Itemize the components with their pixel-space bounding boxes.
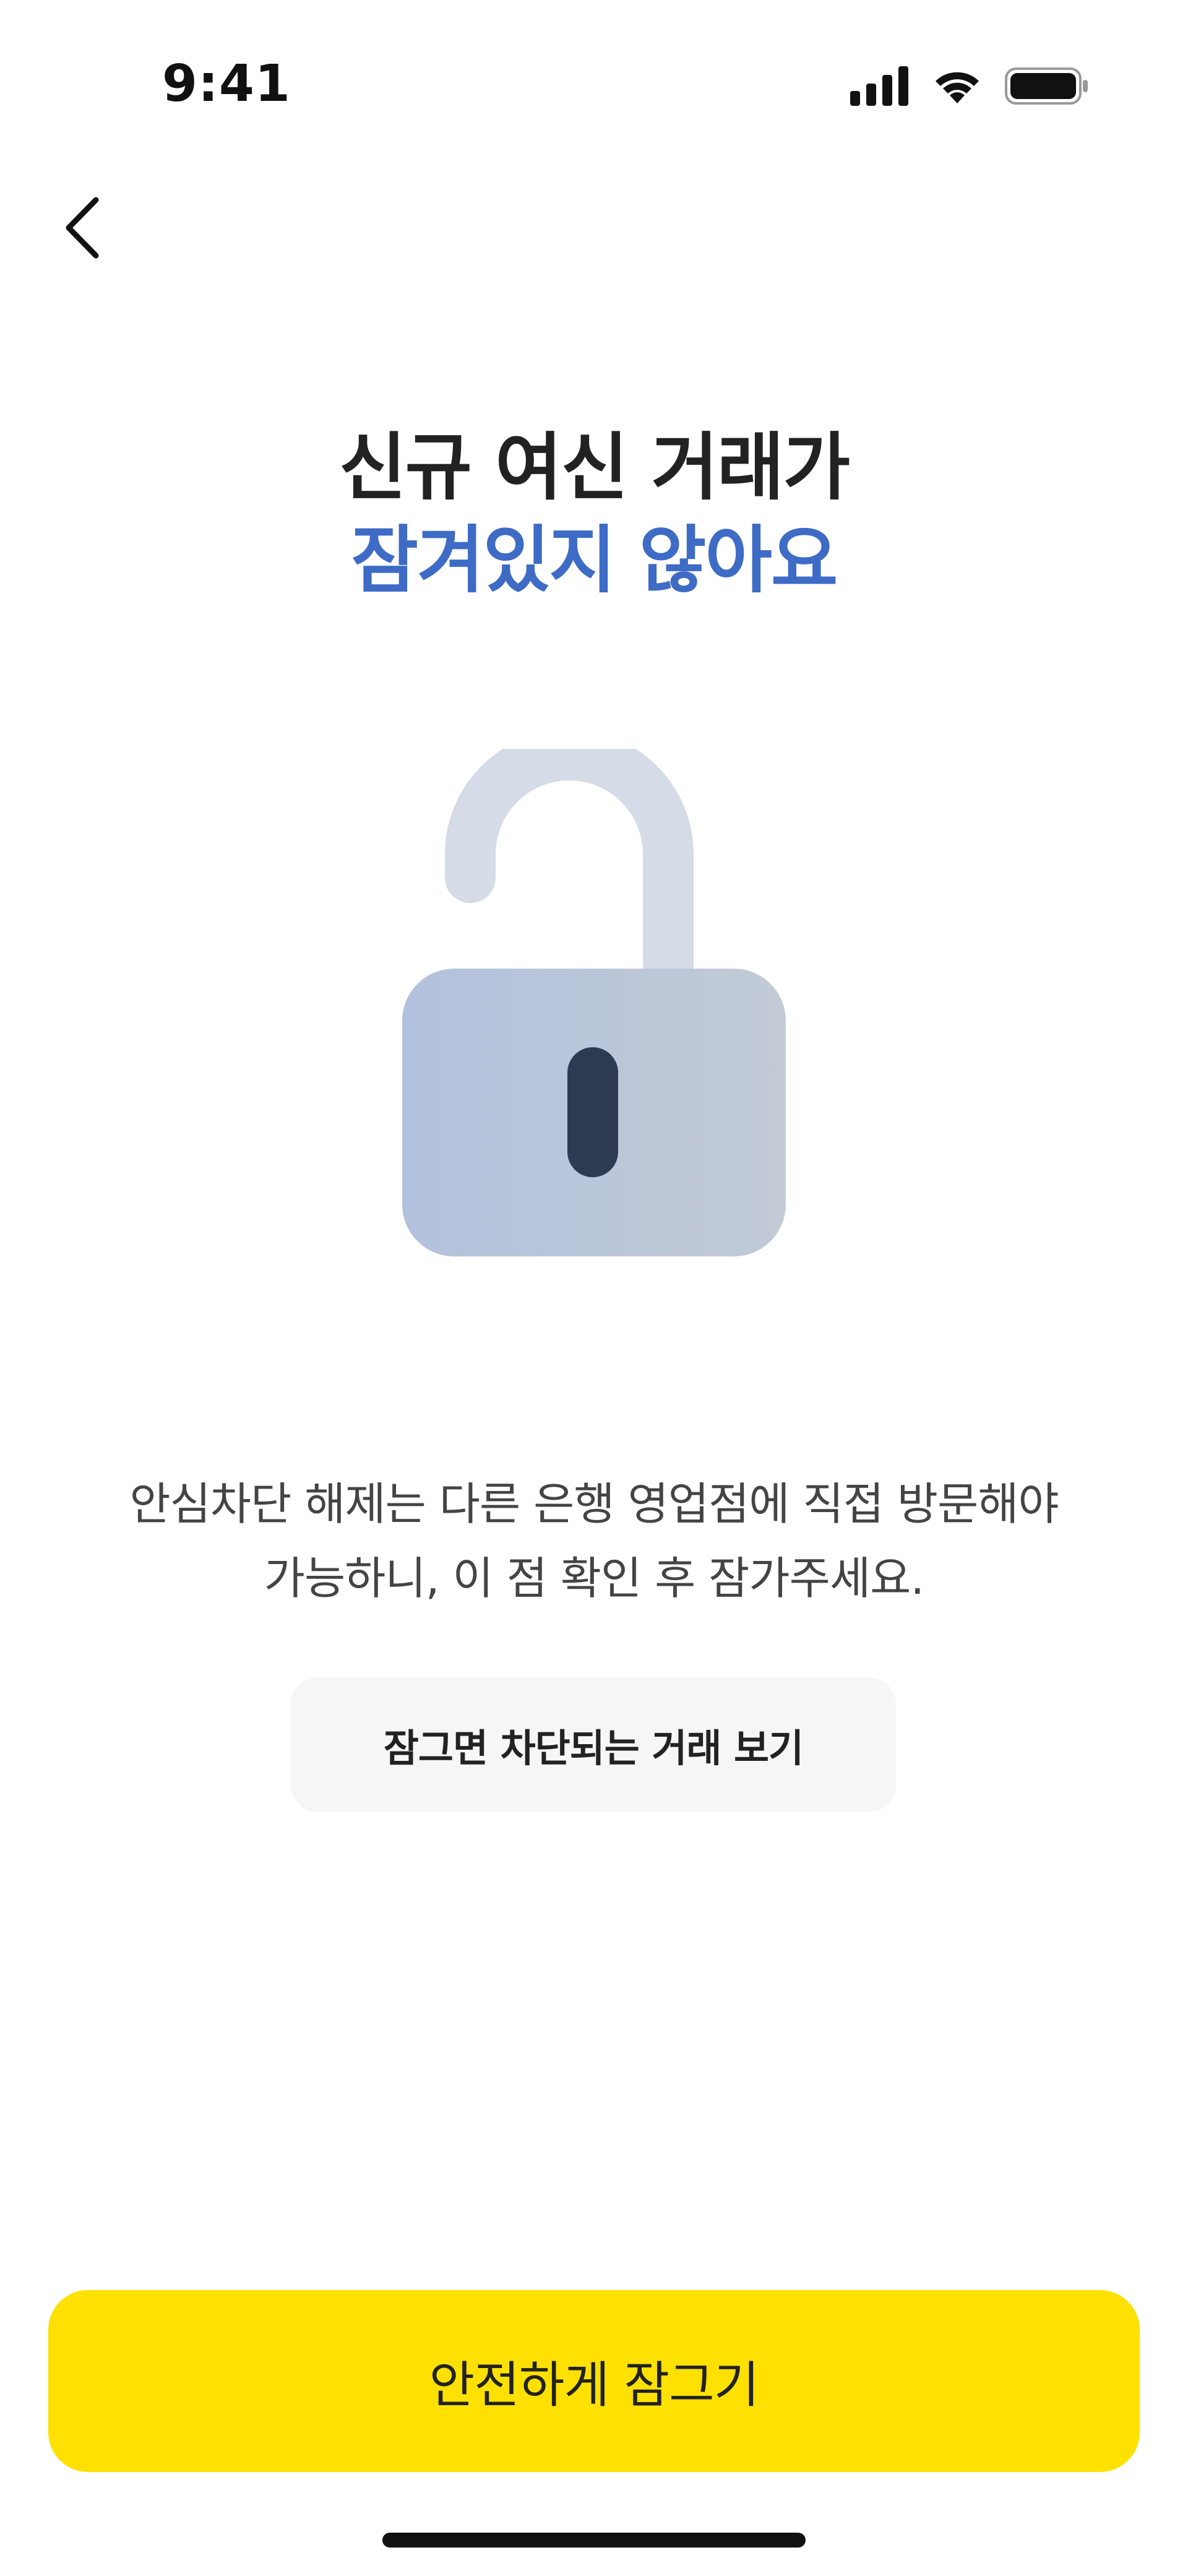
status-bar: 9:41 [0, 0, 1188, 155]
title-line-1: 신규 여신 거래가 [338, 425, 850, 510]
description-line-1: 안심차단 해제는 다른 은행 영업점에 직접 방문해야 [129, 1478, 1059, 1530]
description-line-2: 가능하니, 이 점 확인 후 잠가주세요. [264, 1552, 925, 1604]
description-text: 안심차단 해제는 다른 은행 영업점에 직접 방문해야 가능하니, 이 점 확인… [74, 1467, 1114, 1615]
title-line-2: 잠겨있지 않아요 [351, 517, 838, 603]
status-time: 9:41 [162, 54, 291, 113]
chevron-left-icon [59, 194, 108, 264]
home-indicator[interactable] [382, 2533, 806, 2548]
unlocked-padlock-icon [396, 730, 792, 1263]
back-button[interactable] [43, 186, 124, 272]
wifi-icon [931, 66, 984, 108]
battery-icon [1005, 66, 1089, 108]
page-title: 신규 여신 거래가 잠겨있지 않아요 [0, 421, 1188, 607]
view-blocked-transactions-button[interactable]: 잠그면 차단되는 거래 보기 [291, 1677, 896, 1812]
cellular-signal-icon [850, 66, 910, 108]
status-icons [850, 64, 1089, 110]
lock-safely-button[interactable]: 안전하게 잠그기 [48, 2290, 1140, 2472]
